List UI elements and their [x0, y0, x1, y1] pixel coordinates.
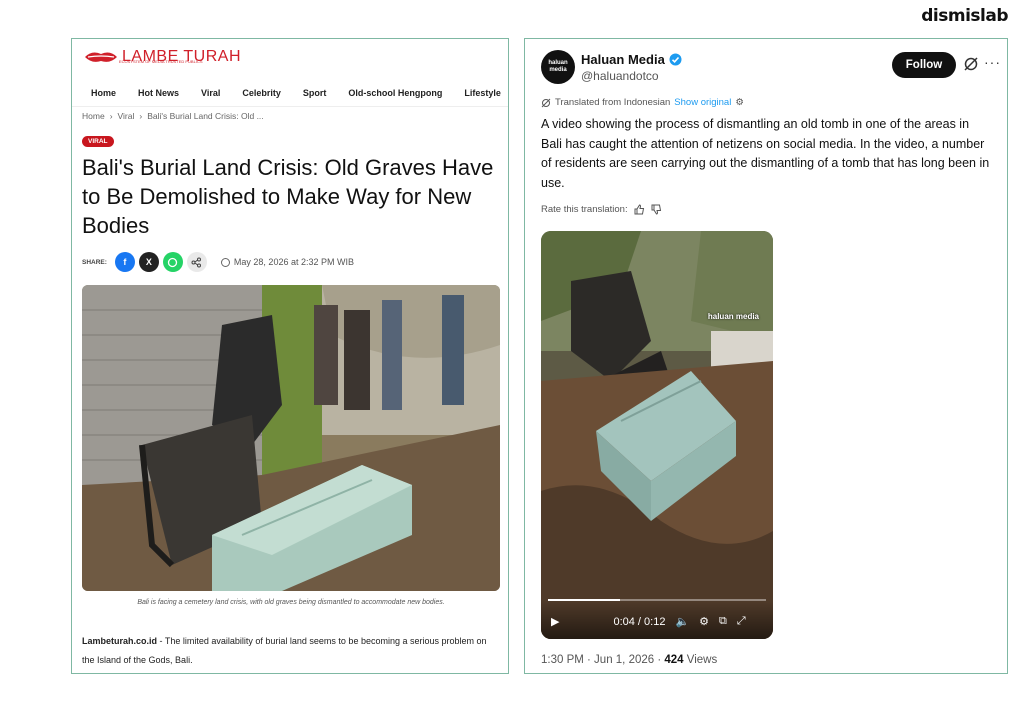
- play-icon[interactable]: ▶: [551, 615, 559, 628]
- show-original-link[interactable]: Show original: [674, 97, 731, 108]
- thumbs-down-icon[interactable]: [651, 204, 662, 215]
- share-icon[interactable]: [186, 252, 207, 272]
- article-lead: Lambeturah.co.id - The limited availabil…: [82, 632, 500, 670]
- category-badge[interactable]: VIRAL: [82, 136, 114, 147]
- lips-icon: [85, 52, 117, 62]
- breadcrumb-viral[interactable]: Viral: [118, 111, 135, 121]
- dismislab-logo: dismislab: [921, 6, 1008, 26]
- nav-item-sport[interactable]: Sport: [303, 88, 327, 98]
- video-control-row: ▶ 0:04 / 0:12 🔈 ⚙ ⧉ ⤢: [551, 615, 765, 628]
- views-count: 424: [664, 654, 684, 666]
- article-headline: Bali's Burial Land Crisis: Old Graves Ha…: [82, 155, 494, 238]
- facebook-icon[interactable]: f: [114, 252, 135, 272]
- video-progress-bar[interactable]: [548, 599, 766, 601]
- tweet-meta: 1:30 PM · Jun 1, 2026 · 424 Views: [541, 654, 717, 666]
- logo-tagline: ECOSYSTEM OF MEDIA TRUSTED PUBLICS: [119, 59, 203, 64]
- views-label: Views: [683, 654, 718, 666]
- tweet-timestamp[interactable]: 1:30 PM · Jun 1, 2026 ·: [541, 654, 664, 666]
- follow-button[interactable]: Follow: [892, 52, 956, 78]
- pip-icon[interactable]: ⧉: [719, 615, 727, 628]
- breadcrumb-separator-icon: ›: [139, 111, 143, 121]
- tweet-screenshot: haluan media Haluan Media @haluandotco F…: [524, 38, 1008, 674]
- video-player[interactable]: haluan media ▶ 0:04 / 0:12 🔈 ⚙ ⧉ ⤢: [541, 231, 773, 639]
- verified-badge-icon: [669, 53, 682, 66]
- thumbs-up-icon[interactable]: [634, 204, 645, 215]
- avatar-text: haluan media: [548, 60, 568, 73]
- nav-item-old-school-hengpong[interactable]: Old-school Hengpong: [348, 88, 442, 98]
- video-watermark: haluan media: [707, 312, 759, 321]
- translate-icon: [541, 98, 551, 107]
- nav-item-viral[interactable]: Viral: [201, 88, 220, 98]
- x-icon[interactable]: X: [138, 252, 159, 272]
- date-text: May 28, 2026 at 2:32 PM WIB: [233, 257, 354, 267]
- share-label: SHARE:: [82, 258, 107, 266]
- breadcrumb-home[interactable]: Home: [82, 111, 105, 121]
- video-settings-icon[interactable]: ⚙: [699, 615, 709, 628]
- account-name[interactable]: Haluan Media: [581, 52, 682, 67]
- fullscreen-icon[interactable]: ⤢: [737, 615, 746, 628]
- volume-icon[interactable]: 🔈: [675, 615, 689, 628]
- whatsapp-icon[interactable]: [162, 252, 183, 272]
- article-screenshot: LAMBE TURAH ECOSYSTEM OF MEDIA TRUSTED P…: [71, 38, 509, 674]
- share-row: SHARE: f X May 28, 2026 at 2:32 PM WIB: [82, 252, 354, 272]
- account-handle[interactable]: @haluandotco: [581, 69, 659, 83]
- translation-notice: Translated from Indonesian Show original…: [541, 97, 744, 108]
- more-options-icon[interactable]: ···: [984, 54, 1001, 70]
- excavator-grave-photo: [82, 285, 500, 591]
- article-photo: [82, 285, 500, 591]
- nav-item-lifestyle[interactable]: Lifestyle: [464, 88, 501, 98]
- settings-icon[interactable]: ⚙: [735, 97, 744, 108]
- breadcrumb-separator-icon: ›: [109, 111, 113, 121]
- tweet-text: A video showing the process of dismantli…: [541, 117, 990, 190]
- clock-icon: [220, 257, 230, 267]
- breadcrumb: Home › Viral › Bali's Burial Land Crisis: Ol…: [82, 111, 264, 121]
- video-time: 0:04 / 0:12: [613, 615, 666, 628]
- rate-translation: Rate this translation:: [541, 204, 662, 215]
- video-progress-fill: [548, 599, 620, 601]
- avatar[interactable]: haluan media: [541, 50, 575, 84]
- lead-source: Lambeturah.co.id: [82, 636, 158, 646]
- rate-label: Rate this translation:: [541, 204, 628, 215]
- photo-caption: Bali is facing a cemetery land crisis, w…: [137, 599, 445, 606]
- grok-icon[interactable]: [963, 56, 979, 72]
- main-nav: Home Hot News Viral Celebrity Sport Old-…: [72, 79, 508, 107]
- account-name-text: Haluan Media: [581, 52, 665, 67]
- publish-date: May 28, 2026 at 2:32 PM WIB: [220, 257, 354, 267]
- breadcrumb-current: Bali's Burial Land Crisis: Old ...: [147, 111, 264, 121]
- translated-label: Translated from Indonesian: [555, 97, 671, 108]
- nav-item-home[interactable]: Home: [91, 88, 116, 98]
- video-frame: [541, 231, 773, 639]
- nav-item-hot-news[interactable]: Hot News: [138, 88, 179, 98]
- nav-item-celebrity[interactable]: Celebrity: [242, 88, 281, 98]
